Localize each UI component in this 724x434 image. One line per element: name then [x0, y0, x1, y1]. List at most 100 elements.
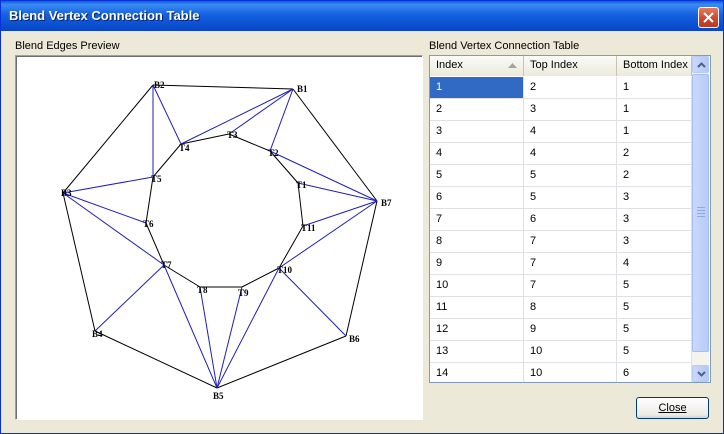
cell-bottom-index[interactable]: 3 — [617, 187, 692, 209]
cell-bottom-index[interactable]: 2 — [617, 143, 692, 165]
scroll-grip-line — [697, 207, 705, 208]
vertex-label: B5 — [213, 391, 224, 401]
cell-bottom-index[interactable]: 1 — [617, 77, 692, 99]
connection-edge — [216, 286, 243, 389]
table-row[interactable]: 763 — [430, 209, 692, 231]
scroll-grip-line — [697, 213, 705, 214]
connection-edge — [62, 192, 147, 224]
cell-index[interactable]: 8 — [430, 231, 524, 253]
chevron-down-icon — [697, 371, 706, 377]
table-row[interactable]: 552 — [430, 165, 692, 187]
connection-edge — [199, 286, 218, 389]
connection-edge — [94, 264, 165, 332]
title-bar[interactable]: Blend Vertex Connection Table — [1, 1, 723, 31]
table-row[interactable]: 13 10 5 — [430, 341, 692, 363]
connection-edge — [152, 84, 182, 145]
cell-bottom-index[interactable]: 5 — [617, 341, 692, 363]
cell-index[interactable]: 1 — [430, 77, 524, 99]
cell-bottom-index[interactable]: 4 — [617, 253, 692, 275]
table-row[interactable]: 653 — [430, 187, 692, 209]
bottom-outline-edge — [94, 330, 218, 389]
vertex-label: B6 — [349, 334, 360, 344]
scroll-down-button[interactable] — [692, 365, 709, 382]
cell-top-index[interactable]: 7 — [524, 231, 617, 253]
table-row[interactable]: 231 — [430, 99, 692, 121]
cell-bottom-index[interactable]: 5 — [617, 275, 692, 297]
title-close-button[interactable] — [698, 7, 719, 28]
cell-index[interactable]: 4 — [430, 143, 524, 165]
vertex-label: T4 — [179, 143, 190, 153]
table-row[interactable]: 14 10 6 — [430, 363, 692, 382]
cell-index[interactable]: 14 — [430, 363, 524, 382]
table-row[interactable]: 974 — [430, 253, 692, 275]
scroll-grip-line — [697, 216, 705, 217]
column-header-bottom-index[interactable]: Bottom Index — [617, 56, 692, 76]
cell-top-index[interactable]: 5 — [524, 187, 617, 209]
cell-top-index[interactable]: 3 — [524, 99, 617, 121]
cell-index[interactable]: 3 — [430, 121, 524, 143]
scroll-thumb[interactable] — [692, 74, 709, 352]
cell-index[interactable]: 6 — [430, 187, 524, 209]
cell-index[interactable]: 13 — [430, 341, 524, 363]
cell-bottom-index[interactable]: 2 — [617, 165, 692, 187]
scroll-up-button[interactable] — [692, 56, 709, 73]
cell-bottom-index[interactable]: 5 — [617, 297, 692, 319]
vertical-scrollbar[interactable] — [692, 56, 709, 382]
scroll-grip-line — [697, 210, 705, 211]
table-row[interactable]: 341 — [430, 121, 692, 143]
table-header: Index Top Index Bottom Index — [430, 56, 692, 76]
cell-bottom-index[interactable]: 3 — [617, 231, 692, 253]
column-header-top-index-label: Top Index — [530, 59, 578, 71]
cell-index[interactable]: 12 — [430, 319, 524, 341]
cell-top-index[interactable]: 4 — [524, 121, 617, 143]
table-label: Blend Vertex Connection Table — [429, 40, 580, 52]
column-header-top-index[interactable]: Top Index — [524, 56, 617, 76]
cell-top-index[interactable]: 8 — [524, 297, 617, 319]
close-button[interactable]: Close — [636, 397, 709, 419]
vertex-label: B7 — [381, 198, 392, 208]
column-header-index[interactable]: Index — [430, 56, 524, 76]
cell-index[interactable]: 5 — [430, 165, 524, 187]
cell-bottom-index[interactable]: 1 — [617, 121, 692, 143]
connection-edge — [269, 150, 378, 202]
blend-edges-preview: B1 B2 B3 B4 B5 B6 B7 T1 T2 T3 T4 T5 T6 T7 T8 T9 T10 T11 — [15, 55, 423, 420]
vertex-label: T8 — [197, 285, 208, 295]
window-title: Blend Vertex Connection Table — [9, 8, 200, 23]
cell-index[interactable]: 2 — [430, 99, 524, 121]
vertex-label: T9 — [238, 288, 249, 298]
cell-top-index[interactable]: 10 — [524, 363, 617, 382]
table-row[interactable]: 11 8 5 — [430, 297, 692, 319]
bottom-outline-edge — [216, 335, 347, 389]
bottom-outline-edge — [62, 84, 154, 194]
cell-index[interactable]: 9 — [430, 253, 524, 275]
cell-bottom-index[interactable]: 1 — [617, 99, 692, 121]
cell-top-index[interactable]: 9 — [524, 319, 617, 341]
bottom-outline-edge — [152, 84, 294, 90]
cell-bottom-index[interactable]: 3 — [617, 209, 692, 231]
table-row[interactable]: 873 — [430, 231, 692, 253]
cell-bottom-index[interactable]: 6 — [617, 363, 692, 382]
top-outline-edge — [278, 225, 304, 269]
cell-top-index[interactable]: 2 — [524, 77, 617, 99]
vertex-label: B1 — [297, 84, 308, 94]
cell-top-index[interactable]: 7 — [524, 253, 617, 275]
cell-bottom-index[interactable]: 5 — [617, 319, 692, 341]
cell-index[interactable]: 10 — [430, 275, 524, 297]
table-row[interactable]: 12 9 5 — [430, 319, 692, 341]
table-row[interactable]: 442 — [430, 143, 692, 165]
cell-top-index[interactable]: 7 — [524, 275, 617, 297]
cell-top-index[interactable]: 10 — [524, 341, 617, 363]
table-row[interactable]: 121 — [430, 77, 692, 99]
table-row[interactable]: 10 7 5 — [430, 275, 692, 297]
cell-top-index[interactable]: 5 — [524, 165, 617, 187]
vertex-label: B3 — [61, 188, 72, 198]
close-icon — [703, 12, 714, 23]
cell-top-index[interactable]: 6 — [524, 209, 617, 231]
connection-table[interactable]: Index Top Index Bottom Index 12123134144… — [429, 55, 711, 383]
connection-edge — [278, 200, 378, 269]
top-outline-edge — [241, 267, 280, 288]
cell-top-index[interactable]: 4 — [524, 143, 617, 165]
cell-index[interactable]: 11 — [430, 297, 524, 319]
cell-index[interactable]: 7 — [430, 209, 524, 231]
vertex-label: T1 — [296, 180, 307, 190]
